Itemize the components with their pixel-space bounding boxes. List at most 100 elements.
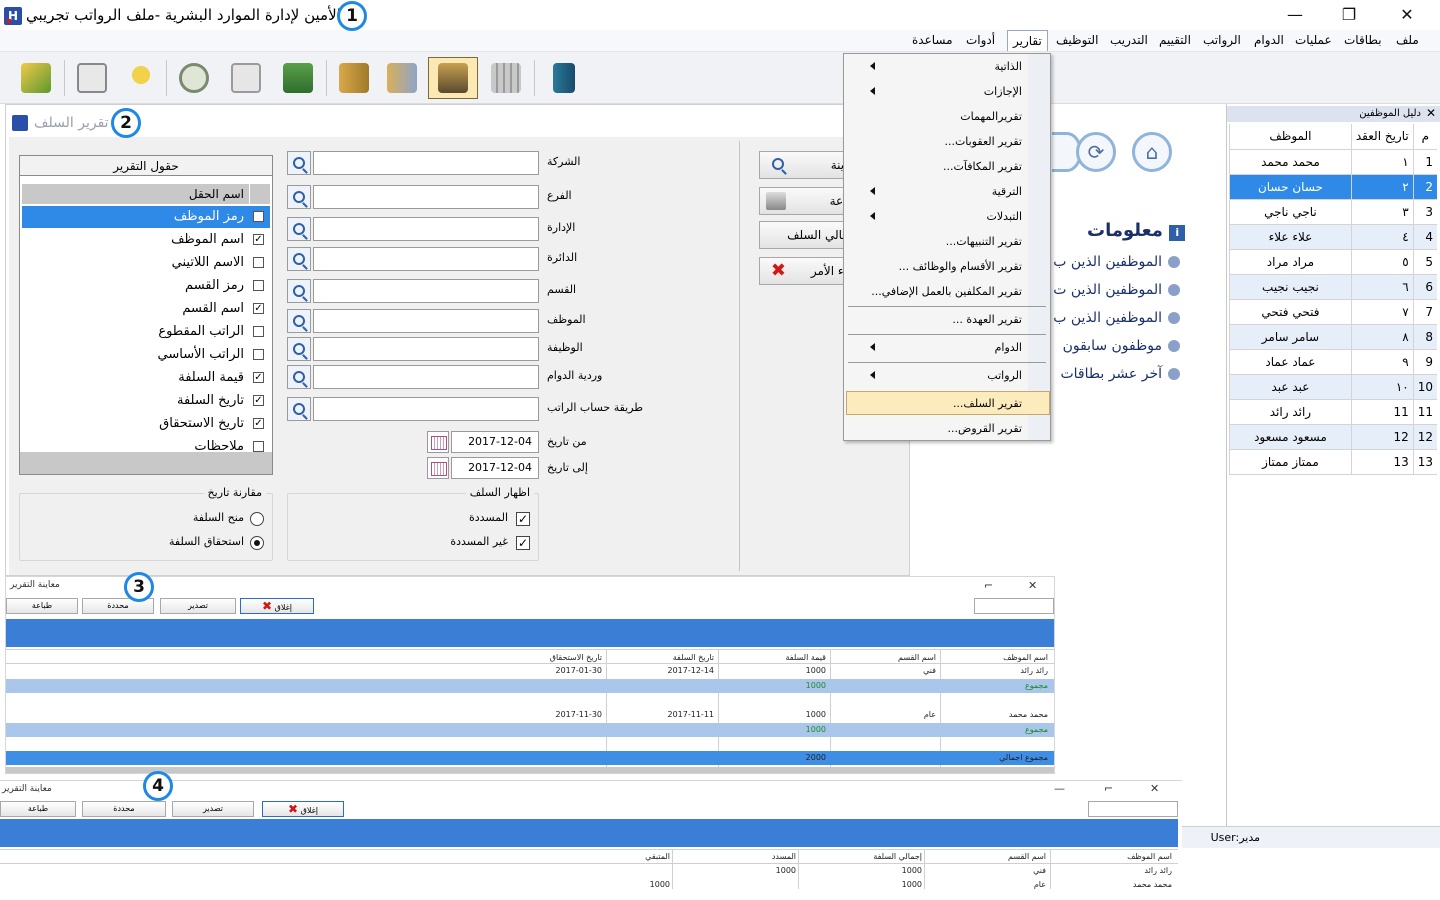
minimize-icon[interactable]: — [1054,782,1065,795]
print-button[interactable]: طباعة [0,801,76,817]
menu-reports[interactable]: تقارير [1007,30,1048,51]
menu-item-penalties-report[interactable]: تقرير العقوبات... [944,135,1022,148]
field-row[interactable]: الراتب الأساسي [22,344,270,366]
menu-item-overtime-report[interactable]: تقرير المكلفين بالعمل الإضافي... [871,285,1022,298]
filter-input[interactable] [313,397,539,421]
calendar-icon[interactable] [427,457,449,479]
field-row[interactable]: ✓ اسم القسم [22,298,270,320]
field-checkbox[interactable]: ✓ [253,234,264,245]
menu-item-loans-report[interactable]: تقرير السلف... [953,397,1022,410]
table-row[interactable]: 7 ٧ فتحي فتحي [1229,299,1437,325]
export-button[interactable]: تصدير [160,598,236,614]
menu-item-transfers[interactable]: التبدلات [987,210,1022,223]
field-row[interactable]: رمز القسم [22,275,270,297]
table-row[interactable]: 6 ٦ نجيب نجيب [1229,274,1437,300]
minimize-button[interactable]: — [1280,4,1310,26]
filter-input[interactable] [313,185,539,209]
filter-input[interactable] [313,247,539,271]
table-row[interactable]: 5 ٥ مراد مراد [1229,249,1437,275]
field-checkbox[interactable] [253,257,264,268]
search-button[interactable] [287,365,311,389]
from-date-input[interactable]: 2017-12-04 [451,431,539,453]
field-row[interactable]: الاسم اللاتيني [22,252,270,274]
books-button[interactable] [332,57,376,99]
field-row[interactable]: رمز الموظف [22,206,270,228]
search-button[interactable] [287,337,311,361]
table-row[interactable]: 1 ١ محمد محمد [1229,149,1437,175]
field-checkbox[interactable]: ✓ [253,372,264,383]
close-preview-button[interactable]: ✖ إغلاق [240,598,314,614]
menu-recruitment[interactable]: التوظيف [1056,33,1098,47]
field-checkbox[interactable]: ✓ [253,418,264,429]
table-row[interactable]: 3 ٣ ناجي ناجي [1229,199,1437,225]
field-checkbox[interactable]: ✓ [253,303,264,314]
search-button[interactable] [287,185,311,209]
filter-input[interactable] [313,151,539,175]
maximize-icon[interactable]: ⌐ [1104,782,1113,795]
exit-button[interactable] [14,57,58,99]
field-row[interactable]: ✓ تاريخ الاستحقاق [22,413,270,435]
export-button[interactable]: تصدير [172,801,254,817]
filter-input[interactable] [313,365,539,389]
close-icon[interactable]: ✕ [1150,782,1159,795]
field-row[interactable]: ✓ تاريخ السلفة [22,390,270,412]
menu-item-personal[interactable]: الذاتية [994,60,1022,73]
table-row[interactable]: 13 13 ممتاز ممتاز [1229,449,1437,475]
menu-evaluation[interactable]: التقييم [1159,33,1191,47]
menu-item-leaves[interactable]: الإجازات [984,85,1022,98]
menu-item-alerts-report[interactable]: تقرير التنبيهات... [946,235,1022,248]
filter-input[interactable] [313,337,539,361]
table-row[interactable]: 2 ٢ حسان حسان [1229,174,1437,200]
field-checkbox[interactable]: ✓ [253,395,264,406]
table-row[interactable]: 8 ٨ سامر سامر [1229,324,1437,350]
page-input[interactable] [1088,801,1178,817]
search-button[interactable] [287,397,311,421]
menu-item-custody-report[interactable]: تقرير العهدة ... [952,313,1022,326]
info-link[interactable]: الموظفين الذين ب [1053,310,1180,326]
menu-tools[interactable]: أدوات [966,33,995,47]
checkbox-paid[interactable]: ✓ [516,512,530,526]
column-header[interactable]: م [1412,124,1437,150]
close-icon[interactable]: ✕ [1028,579,1037,592]
menu-item-attendance[interactable]: الدوام [995,341,1022,354]
calculator-button[interactable] [484,57,528,99]
table-row[interactable]: 10 ١٠ عبد عبد [1229,374,1437,400]
radio-grant-date[interactable] [250,512,264,526]
radio-due-date[interactable] [250,536,264,550]
users-button[interactable] [428,57,478,99]
field-checkbox[interactable] [253,280,264,291]
to-date-input[interactable]: 2017-12-04 [451,457,539,479]
info-link[interactable]: الموظفين الذين ت [1053,282,1180,298]
maximize-icon[interactable]: ⌐ [984,579,993,592]
menu-help[interactable]: مساعدة [912,33,953,47]
info-link[interactable]: الموظفين الذين ب [1053,254,1180,270]
search-button[interactable] [287,217,311,241]
info-link[interactable]: موظفون سابقون [1063,338,1180,354]
refresh-button[interactable]: ⟳ [1076,132,1116,172]
close-button[interactable]: ✕ [1392,4,1422,26]
field-row[interactable]: ✓ اسم الموظف [22,229,270,251]
table-row[interactable]: 11 11 رائد رائد [1229,399,1437,425]
filter-input[interactable] [313,309,539,333]
print-button[interactable]: طباعة [6,598,78,614]
menu-salaries[interactable]: الرواتب [1203,33,1241,47]
field-checkbox[interactable] [253,211,264,222]
table-row[interactable]: 4 ٤ علاء علاء [1229,224,1437,250]
info-link[interactable]: آخر عشر بطاقات [1060,366,1180,382]
search-button[interactable] [287,247,311,271]
filter-input[interactable] [313,279,539,303]
table-row[interactable]: 12 12 مسعود مسعود [1229,424,1437,450]
maximize-button[interactable]: ❐ [1334,4,1364,26]
home-button[interactable]: ⌂ [1132,132,1172,172]
field-checkbox[interactable] [253,326,264,337]
page-input[interactable] [974,598,1054,614]
search-button[interactable] [287,279,311,303]
menu-item-promotion[interactable]: الترقية [992,185,1022,198]
money-button[interactable] [276,57,320,99]
pin-button[interactable] [116,57,160,99]
documents-button[interactable] [380,57,424,99]
field-row[interactable]: الراتب المقطوع [22,321,270,343]
menu-item-salaries[interactable]: الرواتب [987,369,1022,382]
field-row[interactable]: ✓ قيمة السلفة [22,367,270,389]
menu-item-departments-report[interactable]: تقرير الأقسام والوظائف ... [899,260,1022,273]
